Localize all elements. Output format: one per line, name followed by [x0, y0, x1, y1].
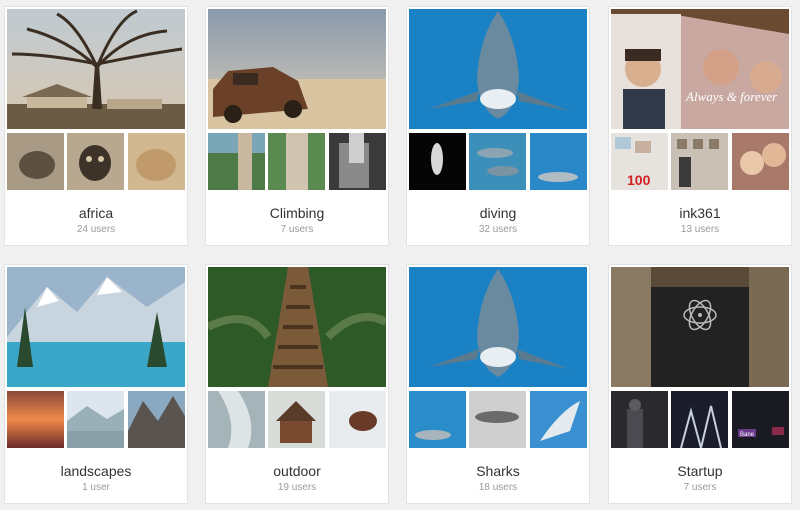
group-thumbnail [530, 133, 587, 190]
group-thumbnail [128, 133, 185, 190]
group-thumbnail [128, 391, 185, 448]
group-name[interactable]: ink361 [609, 205, 791, 221]
group-thumbnail [208, 391, 265, 448]
group-thumbnail: Bane [732, 391, 789, 448]
group-thumbnail [329, 391, 386, 448]
group-card-ink361[interactable]: Always & forever 100 ink361 13 users [608, 6, 792, 246]
ink361-caption: Always & forever [685, 89, 778, 104]
group-thumbnail [7, 391, 64, 448]
group-user-count: 18 users [478, 482, 518, 493]
group-cover-photo [7, 9, 185, 129]
group-card-sharks[interactable]: Sharks 18 users [406, 264, 590, 504]
group-name[interactable]: outdoor [206, 463, 388, 479]
group-cover-photo [7, 267, 185, 387]
group-user-count: 24 users [76, 224, 116, 235]
group-user-count: 7 users [683, 482, 717, 493]
group-thumbnail [268, 391, 325, 448]
group-user-count: 19 users [277, 482, 317, 493]
group-thumbnail [469, 391, 526, 448]
group-name[interactable]: Sharks [407, 463, 589, 479]
group-card-africa[interactable]: africa 24 users [4, 6, 188, 246]
group-thumbnail [611, 391, 668, 448]
group-cover-photo: Always & forever [611, 9, 789, 129]
group-thumbnail [208, 133, 265, 190]
group-thumbnail [268, 133, 325, 190]
group-user-count: 7 users [280, 224, 314, 235]
group-card-diving[interactable]: diving 32 users [406, 6, 590, 246]
group-cover-photo [409, 9, 587, 129]
group-name[interactable]: diving [407, 205, 589, 221]
group-thumbnail [329, 133, 386, 190]
group-thumbnail [530, 391, 587, 448]
group-thumbnail [7, 133, 64, 190]
startup-badge: Bane [740, 432, 755, 438]
group-cover-photo [611, 267, 789, 387]
group-thumbnail [67, 133, 124, 190]
group-grid: africa 24 users Climbing 7 users diving … [0, 0, 800, 510]
group-card-startup[interactable]: Bane Startup 7 users [608, 264, 792, 504]
group-thumbnail [732, 133, 789, 190]
group-user-count: 32 users [478, 224, 518, 235]
group-card-climbing[interactable]: Climbing 7 users [205, 6, 389, 246]
group-thumbnail: 100 [611, 133, 668, 190]
group-cover-photo [208, 9, 386, 129]
group-thumbnail [409, 133, 466, 190]
group-thumbnail [671, 391, 728, 448]
emoji-100: 100 [627, 172, 651, 188]
group-thumbnail [469, 133, 526, 190]
group-cover-photo [208, 267, 386, 387]
group-name[interactable]: landscapes [5, 463, 187, 479]
group-card-landscapes[interactable]: landscapes 1 user [4, 264, 188, 504]
group-cover-photo [409, 267, 587, 387]
group-user-count: 13 users [680, 224, 720, 235]
group-name[interactable]: africa [5, 205, 187, 221]
group-thumbnail [67, 391, 124, 448]
group-thumbnail [671, 133, 728, 190]
group-card-outdoor[interactable]: outdoor 19 users [205, 264, 389, 504]
group-name[interactable]: Climbing [206, 205, 388, 221]
group-thumbnail [409, 391, 466, 448]
group-user-count: 1 user [82, 482, 110, 493]
group-name[interactable]: Startup [609, 463, 791, 479]
